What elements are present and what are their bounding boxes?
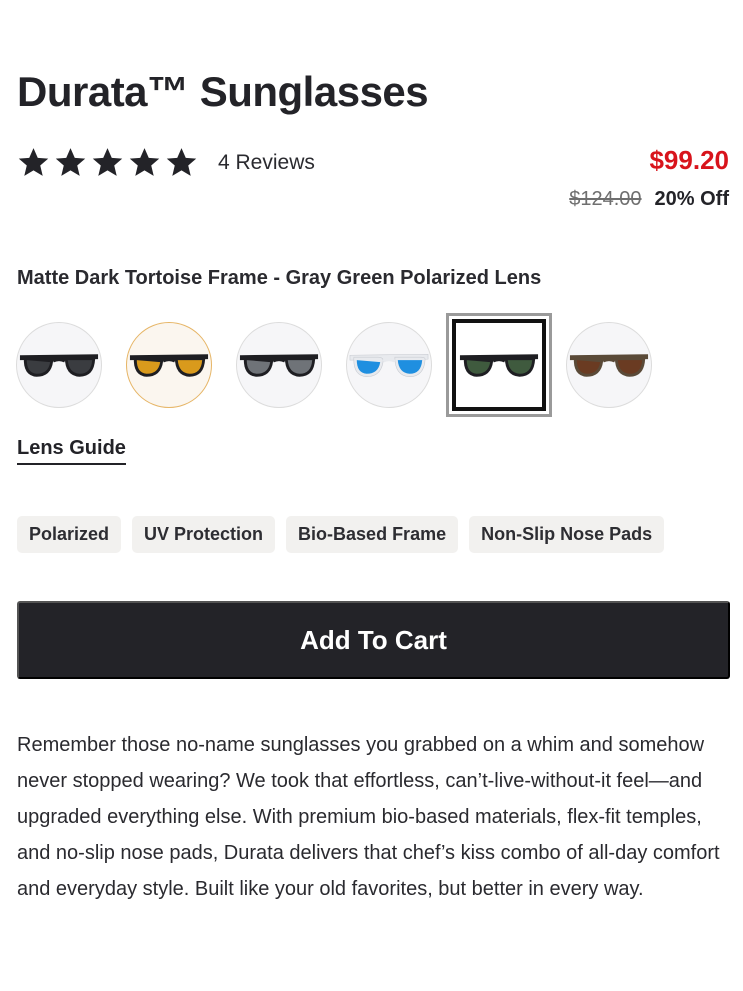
- swatch-clear-blue[interactable]: [346, 322, 432, 408]
- reviews-link[interactable]: 4 Reviews: [218, 151, 315, 175]
- sunglasses-icon: [239, 354, 319, 377]
- price-details: $124.00 20% Off: [569, 188, 729, 211]
- product-title: Durata™ Sunglasses: [17, 68, 429, 115]
- star-icon: [17, 146, 50, 179]
- star-icon: [91, 146, 124, 179]
- swatch-tortoise-gray-green-selected[interactable]: [446, 313, 552, 417]
- sunglasses-icon: [129, 354, 209, 377]
- sunglasses-icon: [569, 354, 649, 377]
- product-description: Remember those no-name sunglasses you gr…: [17, 734, 720, 900]
- discount-badge: 20% Off: [654, 188, 729, 210]
- feature-tag: Polarized: [17, 516, 122, 553]
- star-icon: [128, 146, 161, 179]
- color-swatches: [16, 313, 736, 417]
- swatch-black-gray[interactable]: [16, 322, 102, 408]
- lens-guide-link[interactable]: Lens Guide: [17, 437, 126, 465]
- original-price: $124.00: [569, 188, 642, 210]
- swatch-brown-brown[interactable]: [566, 322, 652, 408]
- rating-row: 4 Reviews: [17, 146, 315, 179]
- add-to-cart-button[interactable]: Add To Cart: [17, 601, 730, 679]
- swatch-black-gold[interactable]: [126, 322, 212, 408]
- sunglasses-icon: [19, 354, 99, 377]
- selected-swatch-frame: [452, 319, 546, 411]
- feature-tag: UV Protection: [132, 516, 276, 553]
- sunglasses-icon: [459, 354, 539, 377]
- sale-price: $99.20: [649, 145, 729, 175]
- feature-tag: Bio-Based Frame: [286, 516, 459, 553]
- swatch-black-silver[interactable]: [236, 322, 322, 408]
- feature-tag: Non-Slip Nose Pads: [469, 516, 665, 553]
- star-icon: [54, 146, 87, 179]
- feature-tags: Polarized UV Protection Bio-Based Frame …: [17, 516, 665, 553]
- sunglasses-icon: [349, 353, 429, 378]
- star-rating[interactable]: [17, 146, 198, 179]
- star-icon: [165, 146, 198, 179]
- selected-variant-label: Matte Dark Tortoise Frame - Gray Green P…: [17, 267, 542, 289]
